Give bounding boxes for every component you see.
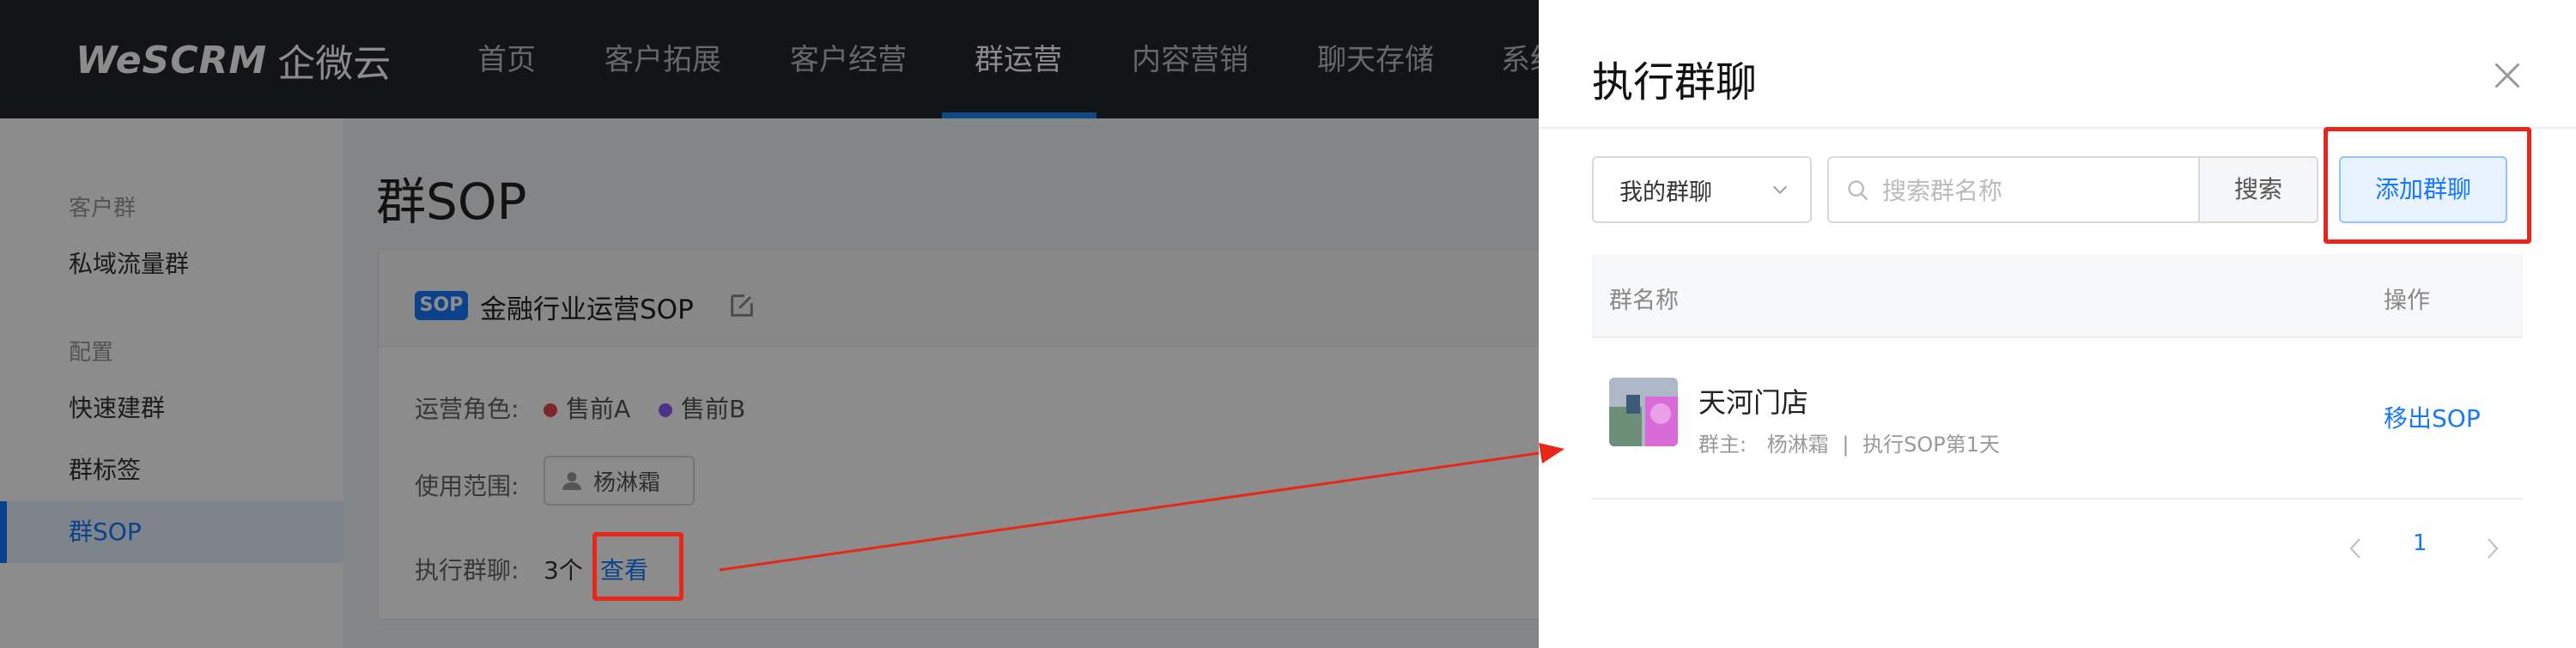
close-icon[interactable] <box>2492 60 2523 91</box>
owner-name: 杨淋霜 <box>1766 433 1829 457</box>
exec-groups-drawer: 执行群聊 我的群聊 搜索群名称 搜索 添加群聊 群名称 操作 天河门店 群主: … <box>1539 0 2576 648</box>
sop-status: 执行SOP第1天 <box>1862 433 2000 457</box>
group-avatar <box>1609 378 1678 446</box>
annotation-highlight-add-button <box>2324 127 2531 244</box>
group-filter-select[interactable]: 我的群聊 <box>1592 156 1812 223</box>
column-header-group-name: 群名称 <box>1609 288 1679 314</box>
remove-from-sop-link[interactable]: 移出SOP <box>2384 400 2481 434</box>
drawer-overlay-mask[interactable] <box>0 0 1539 648</box>
search-icon <box>1848 180 1868 201</box>
chevron-down-icon <box>1773 185 1787 194</box>
group-avatar-image <box>1609 378 1678 446</box>
group-filter-value: 我的群聊 <box>1619 179 1712 206</box>
search-button[interactable]: 搜索 <box>2200 156 2318 223</box>
owner-label: 群主: <box>1698 433 1747 457</box>
search-placeholder: 搜索群名称 <box>1882 177 2003 205</box>
pagination-current-page[interactable]: 1 <box>2413 530 2427 556</box>
pagination-next-icon[interactable] <box>2482 534 2502 563</box>
group-name: 天河门店 <box>1698 386 1809 419</box>
column-header-action: 操作 <box>2384 288 2430 314</box>
group-meta: 群主: 杨淋霜 | 执行SOP第1天 <box>1698 427 2000 457</box>
pagination-prev-icon[interactable] <box>2346 534 2366 563</box>
table-row: 天河门店 群主: 杨淋霜 | 执行SOP第1天 移出SOP <box>1592 336 2523 500</box>
drawer-title: 执行群聊 <box>1592 58 1758 106</box>
group-search-input[interactable]: 搜索群名称 <box>1827 156 2200 223</box>
meta-separator: | <box>1842 433 1850 457</box>
table-header: 群名称 操作 <box>1592 254 2523 338</box>
annotation-highlight-view-link <box>592 532 683 601</box>
